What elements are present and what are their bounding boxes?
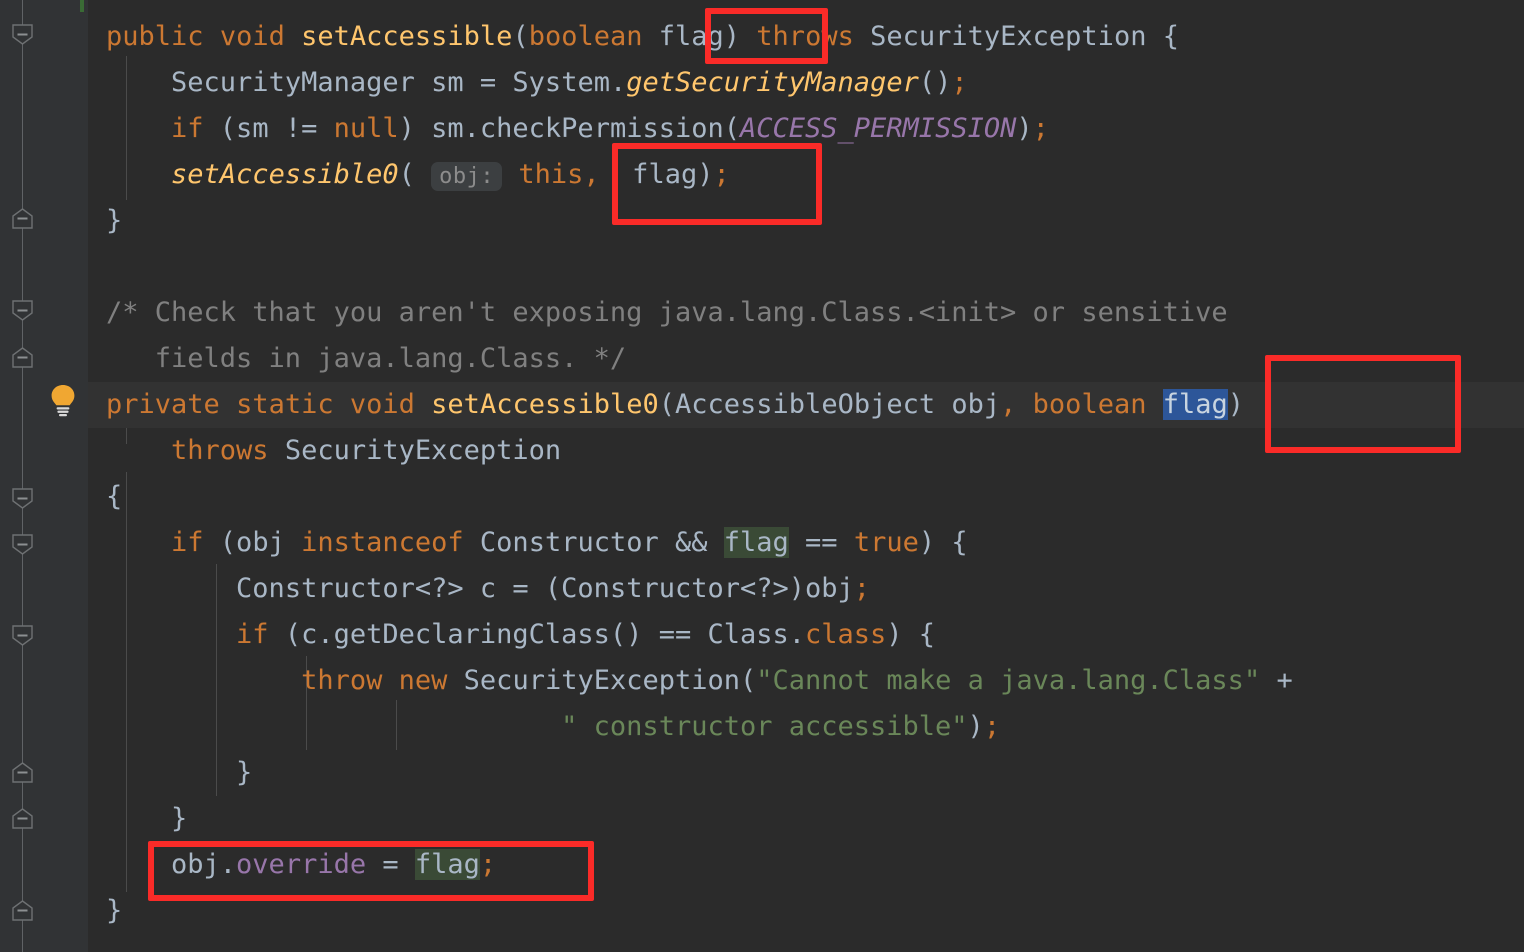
editor-gutter[interactable] <box>0 0 89 952</box>
code-line-11[interactable]: { <box>88 474 1524 520</box>
occurrence-highlight[interactable]: flag <box>723 527 789 558</box>
selected-token[interactable]: flag <box>1162 389 1228 420</box>
parameter-name-hint[interactable]: obj: <box>431 162 503 191</box>
fold-collapse-start-0[interactable] <box>12 24 33 45</box>
code-line-4[interactable]: setAccessible0( obj: this, flag); <box>88 152 1524 198</box>
comment-text: /* Check that you aren't exposing java.l… <box>106 297 1228 328</box>
code-line-15[interactable]: throw new SecurityException("Cannot make… <box>88 658 1524 704</box>
fold-collapse-end-8[interactable] <box>12 808 33 829</box>
occurrence-highlight[interactable]: flag <box>414 849 480 880</box>
intention-bulb-icon[interactable] <box>48 383 78 421</box>
fold-collapse-end-3[interactable] <box>12 347 33 368</box>
fold-collapse-start-4[interactable] <box>12 488 33 509</box>
comment-text: fields in java.lang.Class. */ <box>106 343 627 374</box>
code-line-7[interactable]: /* Check that you aren't exposing java.l… <box>88 290 1524 336</box>
fold-collapse-end-7[interactable] <box>12 762 33 783</box>
code-line-14[interactable]: if (c.getDeclaringClass() == Class.class… <box>88 612 1524 658</box>
text-caret <box>613 152 616 192</box>
code-line-5[interactable]: } <box>88 198 1524 244</box>
code-text-area[interactable]: public void setAccessible(boolean flag) … <box>88 0 1524 952</box>
fold-collapse-start-6[interactable] <box>12 625 33 646</box>
fold-collapse-end-9[interactable] <box>12 900 33 921</box>
code-line-16[interactable]: " constructor accessible"); <box>88 704 1524 750</box>
code-line-8[interactable]: fields in java.lang.Class. */ <box>88 336 1524 382</box>
code-line-6[interactable] <box>88 244 1524 290</box>
code-line-10[interactable]: throws SecurityException <box>88 428 1524 474</box>
code-line-2[interactable]: SecurityManager sm = System.getSecurityM… <box>88 60 1524 106</box>
fold-collapse-start-2[interactable] <box>12 300 33 321</box>
code-line-13[interactable]: Constructor<?> c = (Constructor<?>)obj; <box>88 566 1524 612</box>
fold-collapse-start-5[interactable] <box>12 534 33 555</box>
code-editor[interactable]: public void setAccessible(boolean flag) … <box>0 0 1524 952</box>
code-line-3[interactable]: if (sm != null) sm.checkPermission(ACCES… <box>88 106 1524 152</box>
code-line-19[interactable]: obj.override = flag; <box>88 842 1524 888</box>
code-line-20[interactable]: } <box>88 888 1524 934</box>
vcs-change-marker-0[interactable] <box>80 0 84 12</box>
code-line-17[interactable]: } <box>88 750 1524 796</box>
code-line-18[interactable]: } <box>88 796 1524 842</box>
code-line-12[interactable]: if (obj instanceof Constructor && flag =… <box>88 520 1524 566</box>
code-line-9[interactable]: private static void setAccessible0(Acces… <box>88 382 1524 428</box>
code-line-1[interactable]: public void setAccessible(boolean flag) … <box>88 14 1524 60</box>
fold-collapse-end-1[interactable] <box>12 208 33 229</box>
